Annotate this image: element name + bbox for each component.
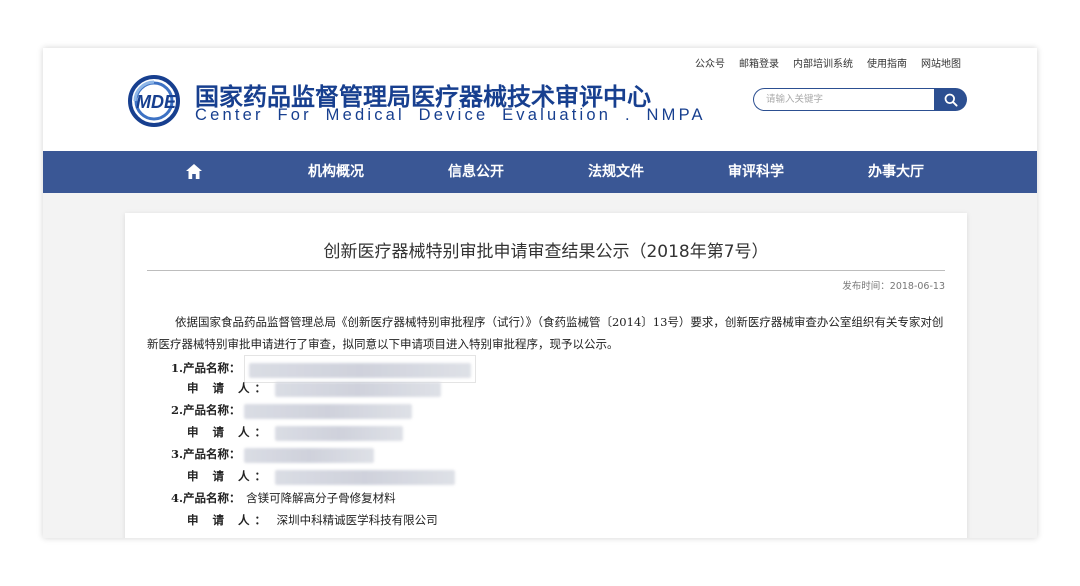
entry-num: 2. (171, 403, 184, 417)
nav-review-science[interactable]: 审评科学 (728, 151, 784, 193)
nav-regulations[interactable]: 法规文件 (588, 151, 644, 193)
article-card: 创新医疗器械特别审批申请审查结果公示（2018年第7号） 发布时间：2018-0… (125, 213, 967, 538)
nav-about[interactable]: 机构概况 (308, 151, 364, 193)
search-button[interactable] (934, 88, 967, 111)
top-links: 公众号 邮箱登录 内部培训系统 使用指南 网站地图 (695, 55, 961, 70)
applicant-label: 申 请 人： (187, 469, 272, 483)
entry-num: 4. (171, 491, 184, 505)
title-divider (147, 270, 945, 271)
link-user-guide[interactable]: 使用指南 (867, 55, 907, 70)
entry-3-applicant: 申 请 人： (147, 465, 455, 487)
entry-1-applicant: 申 请 人： (147, 377, 441, 399)
article-body: 依据国家食品药品监督管理总局《创新医疗器械特别审批程序（试行）》（食药监械管〔2… (147, 311, 947, 527)
entry-num: 1. (171, 361, 184, 375)
mde-logo[interactable]: MDE (127, 74, 191, 128)
publish-date: 发布时间：2018-06-13 (842, 281, 945, 292)
redacted-product (244, 403, 413, 419)
applicant-name: 深圳中科精诚医学科技有限公司 (276, 513, 438, 527)
entry-3-product: 3.产品名称： (147, 443, 375, 465)
redacted-applicant (274, 381, 441, 397)
entry-4-applicant: 申 请 人： 深圳中科精诚医学科技有限公司 (147, 509, 438, 531)
entry-2-applicant: 申 请 人： (147, 421, 403, 443)
mde-logo-icon: MDE (128, 75, 180, 127)
link-mail-login[interactable]: 邮箱登录 (739, 55, 779, 70)
applicant-label: 申 请 人： (187, 513, 272, 527)
search-icon (944, 93, 958, 107)
nav-home[interactable] (185, 163, 203, 184)
browser-viewport: MDE 国家药品监督管理局医疗器械技术审评中心 Center For Medic… (43, 48, 1037, 538)
nav-service-hall[interactable]: 办事大厅 (868, 151, 924, 193)
nav-info-public[interactable]: 信息公开 (448, 151, 504, 193)
product-label: 产品名称： (183, 491, 241, 505)
link-sitemap[interactable]: 网站地图 (921, 55, 961, 70)
site-title-en: Center For Medical Device Evaluation . N… (195, 106, 706, 124)
redacted-applicant (274, 425, 403, 441)
site-header: MDE 国家药品监督管理局医疗器械技术审评中心 Center For Medic… (43, 48, 1037, 151)
main-nav: 机构概况 信息公开 法规文件 审评科学 办事大厅 (43, 151, 1037, 193)
entry-4-product: 4.产品名称： 含镁可降解高分子骨修复材料 (147, 487, 396, 509)
applicant-label: 申 请 人： (187, 425, 272, 439)
svg-text:MDE: MDE (136, 92, 177, 112)
product-label: 产品名称： (183, 447, 241, 461)
entry-1-product: 1.产品名称： (147, 355, 477, 383)
product-name: 含镁可降解高分子骨修复材料 (246, 491, 396, 505)
article-intro: 依据国家食品药品监督管理总局《创新医疗器械特别审批程序（试行）》（食药监械管〔2… (147, 315, 944, 351)
product-label: 产品名称： (183, 361, 241, 375)
home-icon (186, 164, 202, 179)
entry-2-product: 2.产品名称： (147, 399, 413, 421)
redacted-applicant (274, 469, 455, 485)
entry-num: 3. (171, 447, 184, 461)
search-input[interactable] (753, 88, 937, 111)
product-label: 产品名称： (183, 403, 241, 417)
link-training-system[interactable]: 内部培训系统 (793, 55, 853, 70)
applicant-label: 申 请 人： (187, 381, 272, 395)
article-title: 创新医疗器械特别审批申请审查结果公示（2018年第7号） (323, 242, 769, 262)
redacted-product (244, 447, 375, 463)
search-bar (753, 88, 967, 111)
link-wechat[interactable]: 公众号 (695, 55, 725, 70)
